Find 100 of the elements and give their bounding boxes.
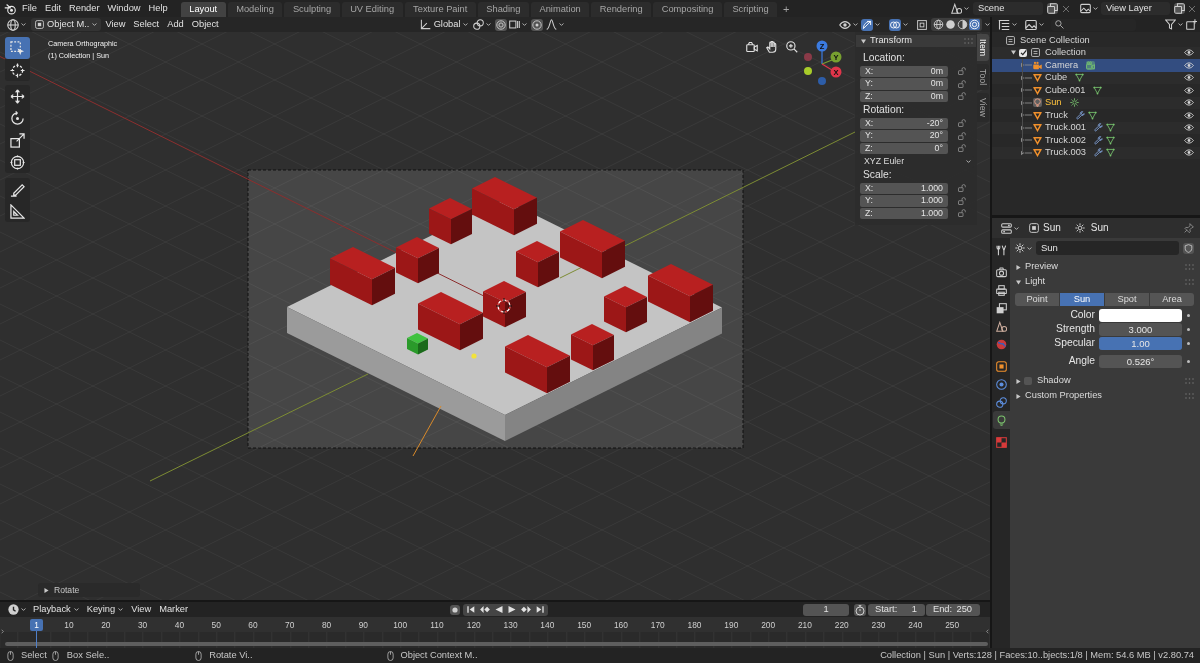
chevron-down-icon[interactable] <box>1178 23 1183 26</box>
axis-dot-icon[interactable] <box>804 67 812 75</box>
eye-icon[interactable] <box>1184 74 1194 82</box>
tool-button[interactable] <box>5 178 30 200</box>
workspace-tab[interactable]: Modeling <box>227 2 283 17</box>
menu-item[interactable]: Playback <box>29 602 83 617</box>
panel-header[interactable]: Light <box>1015 276 1194 288</box>
menu-item[interactable]: Render <box>65 1 104 16</box>
orientation-dropdown[interactable]: Global <box>433 19 468 30</box>
outliner-row[interactable]: Truck.003 <box>992 146 1200 159</box>
operator-panel[interactable]: Rotate <box>38 583 140 597</box>
number-field[interactable]: Z: 1.000 <box>860 207 948 219</box>
padlock-icon[interactable] <box>958 209 966 218</box>
toggle-switches-icon[interactable] <box>1001 222 1012 234</box>
light-type-tab[interactable]: Spot <box>1105 293 1149 306</box>
chevron-down-icon[interactable] <box>21 23 26 26</box>
animate-dot-icon[interactable] <box>1187 314 1190 317</box>
current-frame-field[interactable]: 1 <box>803 603 849 616</box>
outliner-row[interactable]: Camera <box>992 59 1200 72</box>
box-plus-icon[interactable] <box>1186 19 1197 30</box>
concentric-circles-icon[interactable] <box>494 18 507 31</box>
menu-item[interactable]: Window <box>103 1 145 16</box>
eye-icon[interactable] <box>1184 86 1194 94</box>
app-logo-icon[interactable] <box>4 2 16 15</box>
checkbox[interactable] <box>1024 377 1032 385</box>
image-icon[interactable] <box>1025 18 1037 31</box>
menu-item[interactable]: Keying <box>82 602 128 617</box>
chevron-down-icon[interactable] <box>1014 226 1019 230</box>
eye-icon[interactable] <box>1184 124 1194 132</box>
workspace-tab[interactable]: UV Editing <box>341 2 403 17</box>
properties-tab[interactable] <box>993 411 1010 429</box>
chevron-down-icon[interactable] <box>1027 246 1032 250</box>
panel-header[interactable]: Shadow <box>1015 375 1194 387</box>
arrow-arc-icon[interactable] <box>861 18 873 31</box>
vertex-triangle-icon[interactable] <box>1093 85 1103 95</box>
wireframe-sphere-icon[interactable] <box>933 19 944 30</box>
panel-header[interactable]: Transform <box>856 35 976 47</box>
drag-handle-icon[interactable] <box>1185 264 1194 270</box>
color-swatch[interactable] <box>1099 309 1182 322</box>
panel-header[interactable]: Preview <box>1015 261 1194 273</box>
eye-icon[interactable] <box>1184 61 1194 69</box>
triangle-icon[interactable] <box>1033 73 1042 83</box>
animate-dot-icon[interactable] <box>1187 342 1190 345</box>
outliner-row[interactable]: Truck.001 <box>992 121 1200 134</box>
number-field[interactable]: X: 0m <box>860 65 948 77</box>
record-icon[interactable] <box>450 604 461 615</box>
hand-icon[interactable] <box>766 41 778 53</box>
close-icon[interactable] <box>1188 4 1196 13</box>
vertex-triangle-icon[interactable] <box>1087 110 1097 120</box>
outliner-row[interactable]: Scene Collection <box>992 34 1200 47</box>
vertex-triangle-icon[interactable] <box>1106 148 1115 158</box>
copy-icon[interactable] <box>1047 3 1058 14</box>
drag-handle-icon[interactable] <box>1185 279 1194 285</box>
menu-item[interactable]: File <box>18 1 41 16</box>
pin-icon[interactable] <box>1184 223 1194 233</box>
chevron-down-icon[interactable] <box>558 23 564 26</box>
sidebar-tab[interactable]: Item <box>977 34 989 62</box>
overlapping-circles-icon[interactable] <box>889 18 901 31</box>
zoom-icon[interactable] <box>786 41 798 53</box>
camera-icon[interactable] <box>746 41 758 53</box>
shield-icon[interactable] <box>1183 242 1194 254</box>
play-icon[interactable] <box>508 606 517 613</box>
workspace-tab[interactable]: Shading <box>477 2 529 17</box>
eye-icon[interactable] <box>1184 49 1194 57</box>
play-reverse-icon[interactable] <box>495 606 504 613</box>
vertex-triangle-icon[interactable] <box>1106 135 1115 145</box>
expand-arrow-icon[interactable] <box>1021 99 1032 106</box>
tool-button[interactable] <box>5 85 30 107</box>
stopwatch-icon[interactable] <box>854 603 866 616</box>
outliner-row[interactable]: Truck <box>992 109 1200 122</box>
triangle-icon[interactable] <box>1033 135 1042 145</box>
axis-dot-icon[interactable] <box>804 53 812 61</box>
wrench-icon[interactable] <box>1094 135 1103 145</box>
menu-item[interactable]: Marker <box>155 602 193 617</box>
dotted-circle-icon[interactable] <box>530 18 543 31</box>
mode-dropdown[interactable]: Object M.. <box>31 18 102 31</box>
triangle-icon[interactable] <box>1033 85 1042 95</box>
workspace-tab[interactable]: Layout <box>180 2 226 17</box>
vertex-triangle-icon[interactable] <box>1106 123 1115 133</box>
triangle-icon[interactable] <box>1033 123 1042 133</box>
axis-dot-icon[interactable] <box>818 77 826 85</box>
expand-arrow-icon[interactable] <box>1021 87 1032 94</box>
workspace-tab[interactable]: Texture Paint <box>404 2 476 17</box>
number-field[interactable]: Y: 1.000 <box>860 195 948 207</box>
outliner-row[interactable]: Collection <box>992 46 1200 59</box>
add-workspace-button[interactable]: + <box>779 2 794 17</box>
half-shaded-sphere-icon[interactable] <box>957 19 968 30</box>
next-keyframe-icon[interactable] <box>521 606 532 613</box>
sun-icon[interactable] <box>1069 98 1079 108</box>
padlock-icon[interactable] <box>958 144 966 153</box>
menu-item[interactable]: Help <box>144 1 172 16</box>
chevron-down-icon[interactable] <box>1093 7 1098 10</box>
vertex-triangle-icon[interactable] <box>1075 73 1085 83</box>
filter-icon[interactable] <box>1165 19 1176 30</box>
camera-outline-icon[interactable] <box>1086 60 1096 70</box>
light-type-tab[interactable]: Sun <box>1060 293 1104 306</box>
end-frame-field[interactable]: End: 250 <box>926 603 980 616</box>
chevron-down-icon[interactable] <box>985 23 990 26</box>
menu-item[interactable]: Edit <box>41 1 65 16</box>
eye-icon[interactable] <box>1184 111 1194 119</box>
